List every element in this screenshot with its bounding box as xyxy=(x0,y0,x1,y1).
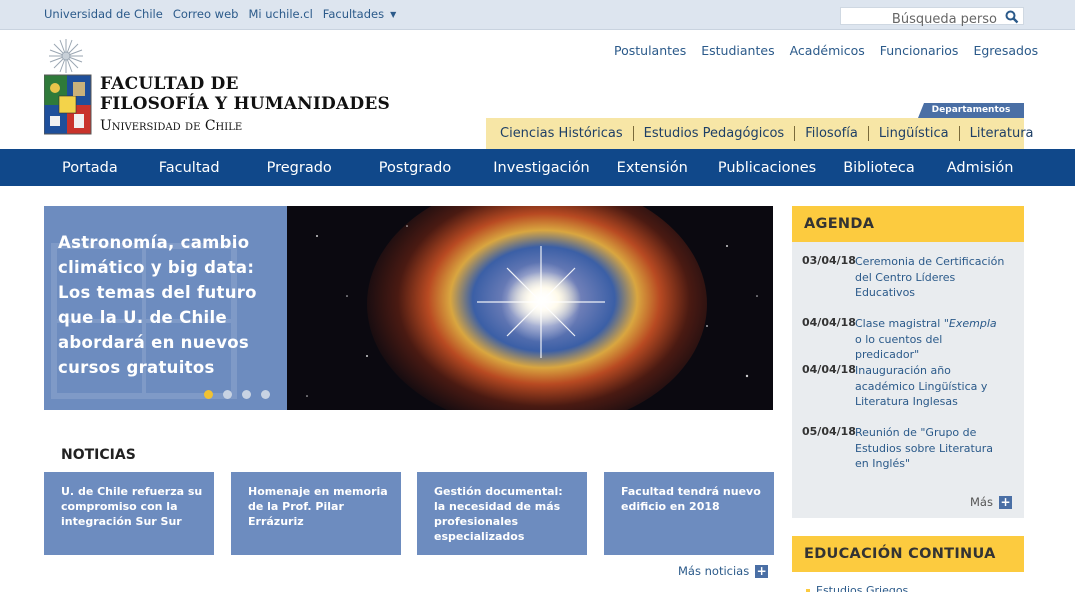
agenda-link[interactable]: Inauguración año académico Lingüística y… xyxy=(855,363,1005,410)
dept-estudios-pedagogicos[interactable]: Estudios Pedagógicos xyxy=(634,126,796,141)
agenda-date: 04/04/18 xyxy=(802,316,856,329)
nav-biblioteca[interactable]: Biblioteca xyxy=(843,160,915,176)
plus-icon: + xyxy=(755,564,769,578)
audience-nav: Postulantes Estudiantes Académicos Funci… xyxy=(614,43,1038,58)
slider-dots xyxy=(204,390,270,399)
nav-pregrado[interactable]: Pregrado xyxy=(267,160,332,176)
agenda-link[interactable]: Clase magistral "Exempla o lo cuentos de… xyxy=(855,316,1005,363)
education-item-label: Estudios Griegos xyxy=(816,584,909,592)
top-links: Universidad de Chile Correo web Mi uchil… xyxy=(44,7,396,21)
nav-admision[interactable]: Admisión xyxy=(947,160,1014,176)
agenda-link[interactable]: Ceremonia de Certificación del Centro Lí… xyxy=(855,254,1005,301)
agenda-panel: AGENDA 03/04/18 Ceremonia de Certificaci… xyxy=(792,206,1024,518)
nav-extension[interactable]: Extensión xyxy=(617,160,688,176)
main-nav: Portada Facultad Pregrado Postgrado Inve… xyxy=(0,149,1075,186)
nav-facultad[interactable]: Facultad xyxy=(159,160,220,176)
slider-dot-4[interactable] xyxy=(261,390,270,399)
more-news-label: Más noticias xyxy=(678,564,750,578)
agenda-link-pre: Clase magistral " xyxy=(855,317,949,330)
faculty-title[interactable]: FACULTAD DE FILOSOFÍA Y HUMANIDADES xyxy=(100,74,390,114)
news-card-1[interactable]: U. de Chile refuerza su compromiso con l… xyxy=(44,472,214,555)
search-input[interactable] xyxy=(841,11,1001,28)
search-icon[interactable] xyxy=(1005,10,1019,24)
agenda-title: AGENDA xyxy=(792,206,1024,242)
agenda-link-post: o lo cuentos del predicador" xyxy=(855,332,943,362)
slider-dot-1[interactable] xyxy=(204,390,213,399)
agenda-date: 04/04/18 xyxy=(802,363,856,376)
news-card-3[interactable]: Gestión documental: la necesidad de más … xyxy=(417,472,587,555)
top-bar: Universidad de Chile Correo web Mi uchil… xyxy=(0,0,1075,30)
agenda-more-label: Más xyxy=(970,495,993,509)
agenda-date: 03/04/18 xyxy=(802,254,856,267)
caret-down-icon: ▼ xyxy=(390,10,397,19)
featured-slider[interactable]: Astronomía, cambio climático y big data:… xyxy=(44,206,773,410)
nav-investigacion[interactable]: Investigación xyxy=(493,160,589,176)
university-subtitle: Universidad de Chile xyxy=(100,118,243,134)
agenda-link-em: Exempla xyxy=(948,317,997,330)
dept-literatura[interactable]: Literatura xyxy=(960,126,1044,141)
helix-nebula-image xyxy=(287,206,773,410)
faculty-title-line2: FILOSOFÍA Y HUMANIDADES xyxy=(100,94,390,114)
news-section-title: NOTICIAS xyxy=(61,447,136,463)
news-card-4[interactable]: Facultad tendrá nuevo edificio en 2018 xyxy=(604,472,774,555)
link-universidad-de-chile[interactable]: Universidad de Chile xyxy=(44,7,163,21)
nav-portada[interactable]: Portada xyxy=(62,160,118,176)
slider-dot-2[interactable] xyxy=(223,390,232,399)
audience-egresados[interactable]: Egresados xyxy=(973,43,1038,58)
slider-dot-3[interactable] xyxy=(242,390,251,399)
audience-postulantes[interactable]: Postulantes xyxy=(614,43,686,58)
link-correo-web[interactable]: Correo web xyxy=(173,7,239,21)
nav-postgrado[interactable]: Postgrado xyxy=(379,160,451,176)
dept-linguistica[interactable]: Lingüística xyxy=(869,126,960,141)
plus-icon: + xyxy=(998,495,1012,509)
audience-estudiantes[interactable]: Estudiantes xyxy=(701,43,774,58)
agenda-link[interactable]: Reunión de "Grupo de Estudios sobre Lite… xyxy=(855,425,1005,472)
nav-publicaciones[interactable]: Publicaciones xyxy=(718,160,816,176)
dept-ciencias-historicas[interactable]: Ciencias Históricas xyxy=(490,126,634,141)
university-shield-logo[interactable] xyxy=(44,38,92,136)
dept-filosofia[interactable]: Filosofía xyxy=(795,126,869,141)
education-title: EDUCACIÓN CONTINUA xyxy=(792,536,1024,572)
departments-bar: Ciencias Históricas Estudios Pedagógicos… xyxy=(486,118,1034,149)
agenda-more-link[interactable]: Más + xyxy=(970,495,1012,509)
more-news-link[interactable]: Más noticias + xyxy=(678,564,769,578)
agenda-date: 05/04/18 xyxy=(802,425,856,438)
slide-caption-panel: Astronomía, cambio climático y big data:… xyxy=(44,206,287,410)
education-item[interactable]: Estudios Griegos xyxy=(806,584,908,592)
facultades-label: Facultades xyxy=(322,7,385,21)
departments-label: Departamentos xyxy=(918,103,1024,118)
news-card-2[interactable]: Homenaje en memoria de la Prof. Pilar Er… xyxy=(231,472,401,555)
audience-funcionarios[interactable]: Funcionarios xyxy=(880,43,959,58)
faculty-title-line1: FACULTAD DE xyxy=(100,74,239,94)
link-mi-uchile[interactable]: Mi uchile.cl xyxy=(248,7,312,21)
facultades-dropdown[interactable]: Facultades ▼ xyxy=(323,7,397,21)
slide-headline[interactable]: Astronomía, cambio climático y big data:… xyxy=(58,230,278,380)
search-box xyxy=(840,7,1024,28)
audience-academicos[interactable]: Académicos xyxy=(790,43,865,58)
